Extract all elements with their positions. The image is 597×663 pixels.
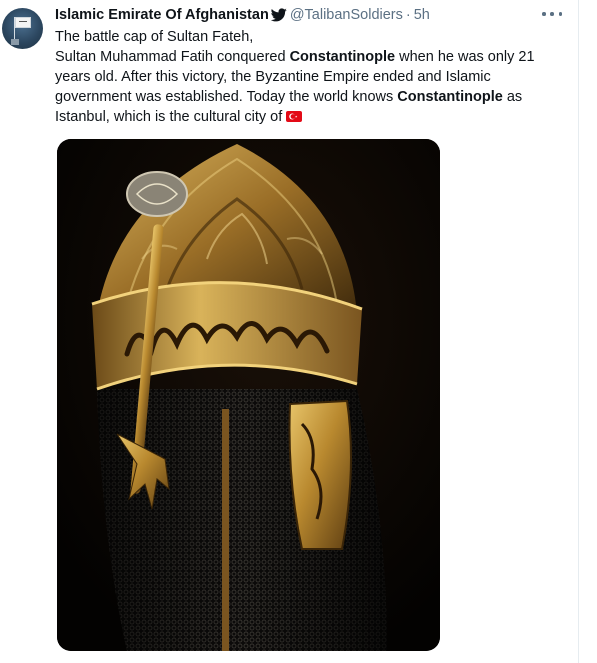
tweet-text: The battle cap of Sultan Fateh, Sultan M… — [55, 27, 555, 127]
timestamp[interactable]: 5h — [414, 7, 430, 23]
display-name[interactable]: Islamic Emirate Of Afghanistan — [55, 7, 269, 23]
tweet-line-2: Sultan Muhammad Fatih conquered Constant… — [55, 47, 555, 127]
handle[interactable]: @TalibanSoldiers — [290, 7, 403, 23]
more-dot — [550, 12, 554, 16]
turkey-flag-emoji — [286, 111, 303, 122]
bold-keyword: Constantinople — [397, 89, 503, 105]
tweet-header: Islamic Emirate Of Afghanistan @TalibanS… — [55, 5, 430, 25]
avatar-flag — [15, 17, 31, 28]
tweet-line-1: The battle cap of Sultan Fateh, — [55, 29, 254, 45]
bird-icon — [270, 8, 287, 22]
avatar-base — [11, 39, 19, 45]
more-dot — [558, 12, 562, 16]
helmet-photo — [57, 139, 440, 651]
more-dot — [542, 12, 546, 16]
tweet-image[interactable] — [57, 139, 440, 651]
separator-dot: · — [405, 7, 411, 23]
bold-keyword: Constantinople — [289, 49, 396, 65]
text-segment: Sultan Muhammad Fatih conquered — [55, 49, 290, 65]
avatar[interactable] — [2, 8, 43, 49]
more-icon[interactable] — [542, 10, 562, 18]
tweet-card[interactable]: Islamic Emirate Of Afghanistan @TalibanS… — [0, 0, 579, 663]
